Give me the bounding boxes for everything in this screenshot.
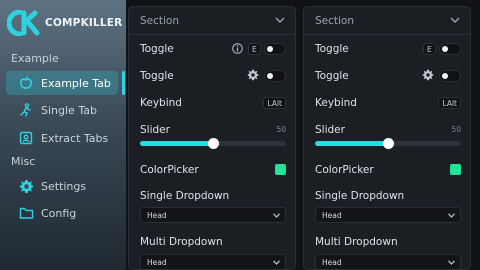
single-dropdown-label: Single Dropdown <box>140 190 230 202</box>
multi-dropdown-label: Multi Dropdown <box>140 236 223 248</box>
sidebar-item-label: Settings <box>41 179 87 193</box>
slider-fill <box>315 141 388 146</box>
chevron-down-icon[interactable] <box>275 16 285 24</box>
gear-icon <box>18 178 34 194</box>
sidebar-item-single-tab[interactable]: Single Tab <box>6 98 118 122</box>
keybind-chip[interactable]: E <box>248 43 261 55</box>
sidebar-item-extract-tabs[interactable]: Extract Tabs <box>6 126 118 150</box>
sidebar-item-settings[interactable]: Settings <box>6 174 118 198</box>
group-label-misc: Misc <box>11 155 36 168</box>
single-dropdown[interactable]: Head <box>140 207 286 223</box>
keybind-chip[interactable]: E <box>423 43 436 55</box>
toggle-label: Toggle <box>315 43 349 55</box>
gear-icon[interactable] <box>247 69 259 81</box>
keybind-label: Keybind <box>315 97 357 109</box>
slider[interactable] <box>315 138 461 149</box>
slider[interactable] <box>140 138 286 149</box>
color-swatch[interactable] <box>275 164 286 175</box>
single-dropdown-label: Single Dropdown <box>315 190 405 202</box>
group-label-example: Example <box>11 52 59 65</box>
keybind-chip[interactable]: LAlt <box>263 97 286 109</box>
slider-thumb[interactable] <box>383 138 394 149</box>
toggle-label: Toggle <box>315 70 349 82</box>
toggle-label: Toggle <box>140 43 174 55</box>
info-icon[interactable] <box>232 43 243 54</box>
toggle-label: Toggle <box>140 70 174 82</box>
dropdown-value: Head <box>322 211 342 220</box>
slider-label: Slider <box>140 124 170 136</box>
section-panel-right: Section Toggle E Toggle Keybind LAlt Sli… <box>303 6 471 270</box>
sidebar: COMPKILLER Example Example Tab Single Ta… <box>0 0 126 270</box>
multi-dropdown-label: Multi Dropdown <box>315 236 398 248</box>
toggle-knob <box>267 46 273 52</box>
single-dropdown[interactable]: Head <box>315 207 461 223</box>
toggle-switch[interactable] <box>439 43 461 55</box>
sidebar-item-example-tab[interactable]: Example Tab <box>6 71 118 95</box>
toggle-knob <box>267 73 273 79</box>
toggle-switch[interactable] <box>264 43 286 55</box>
toggle-knob <box>442 73 448 79</box>
folder-icon <box>18 205 34 221</box>
section-header[interactable]: Section <box>304 7 470 35</box>
slider-label: Slider <box>315 124 345 136</box>
toggle-switch[interactable] <box>264 70 286 82</box>
slider-value: 50 <box>451 125 461 134</box>
apple-icon <box>18 75 34 91</box>
keybind-label: Keybind <box>140 97 182 109</box>
contact-card-icon <box>18 130 34 146</box>
color-swatch[interactable] <box>450 164 461 175</box>
sidebar-item-label: Extract Tabs <box>41 131 109 145</box>
gear-icon[interactable] <box>422 69 434 81</box>
dropdown-value: Head <box>147 258 167 267</box>
colorpicker-label: ColorPicker <box>315 164 374 176</box>
dropdown-value: Head <box>322 258 342 267</box>
toggle-knob <box>442 46 448 52</box>
figure-icon <box>18 102 34 118</box>
slider-thumb[interactable] <box>208 138 219 149</box>
multi-dropdown[interactable]: Head <box>140 254 286 269</box>
slider-fill <box>140 141 213 146</box>
sidebar-item-label: Config <box>41 206 77 220</box>
sidebar-item-label: Example Tab <box>41 76 111 90</box>
chevron-down-icon[interactable] <box>450 16 460 24</box>
section-title: Section <box>315 15 355 27</box>
dropdown-value: Head <box>147 211 167 220</box>
slider-value: 50 <box>276 125 286 134</box>
multi-dropdown[interactable]: Head <box>315 254 461 269</box>
chevron-down-icon <box>273 260 280 265</box>
app-name: COMPKILLER <box>45 17 123 29</box>
chevron-down-icon <box>273 213 280 218</box>
colorpicker-label: ColorPicker <box>140 164 199 176</box>
section-panel-left: Section Toggle E Toggle Keybind LAlt Sli… <box>128 6 296 270</box>
brand: COMPKILLER <box>7 10 122 36</box>
logo-icon <box>7 10 40 36</box>
keybind-chip[interactable]: LAlt <box>438 97 461 109</box>
toggle-switch[interactable] <box>439 70 461 82</box>
active-indicator <box>122 71 125 95</box>
sidebar-item-label: Single Tab <box>41 103 97 117</box>
chevron-down-icon <box>448 260 455 265</box>
section-header[interactable]: Section <box>129 7 295 35</box>
chevron-down-icon <box>448 213 455 218</box>
section-title: Section <box>140 15 180 27</box>
sidebar-item-config[interactable]: Config <box>6 201 118 225</box>
